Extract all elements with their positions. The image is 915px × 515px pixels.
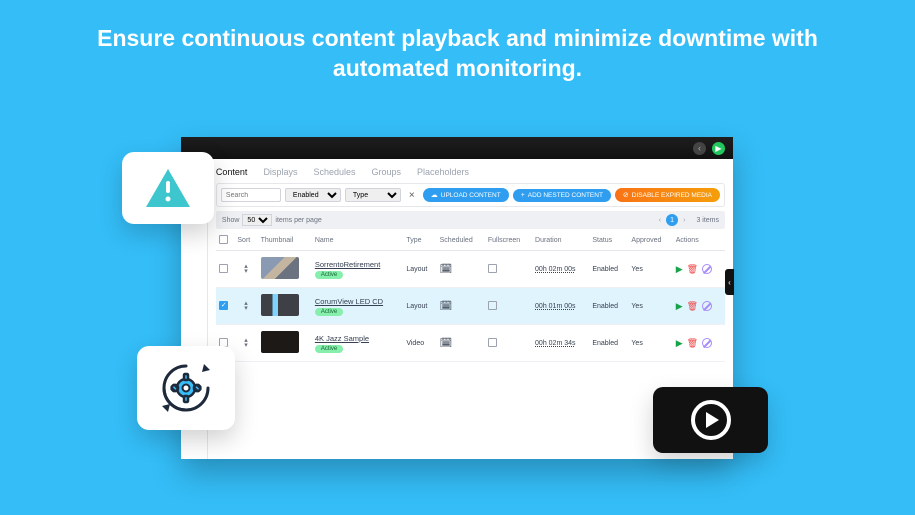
cloud-icon: ☁ (431, 191, 438, 199)
type-select[interactable]: Type (345, 188, 401, 202)
row-type: Layout (403, 288, 436, 325)
tab-placeholders[interactable]: Placeholders (417, 167, 469, 177)
col-status[interactable]: Status (589, 231, 628, 251)
table-row[interactable]: ▴▾ SorrentoRetirement Active Layout 🗓 00h… (216, 251, 725, 288)
pager-show-label: Show (222, 217, 240, 224)
col-name[interactable]: Name (312, 231, 403, 251)
pager-items-label: items per page (275, 217, 321, 224)
col-sort[interactable]: Sort (234, 231, 257, 251)
sort-handle[interactable]: ▴▾ (237, 301, 254, 311)
pager-page[interactable]: 1 (666, 214, 678, 226)
pager-next-icon[interactable]: › (683, 217, 685, 224)
status-badge: Active (315, 345, 343, 353)
tab-content[interactable]: Content (216, 167, 248, 177)
automation-card (137, 346, 235, 430)
trash-icon[interactable]: 🗑 (687, 338, 698, 349)
row-approved: Yes (628, 251, 672, 288)
add-nested-content-button[interactable]: +ADD NESTED CONTENT (513, 189, 611, 202)
pager-prev-icon[interactable]: ‹ (659, 217, 661, 224)
per-page-select[interactable]: 50 (242, 214, 272, 226)
row-status: Enabled (589, 251, 628, 288)
row-approved: Yes (628, 288, 672, 325)
fullscreen-checkbox[interactable] (488, 301, 497, 310)
col-thumbnail: Thumbnail (258, 231, 312, 251)
col-type[interactable]: Type (403, 231, 436, 251)
status-badge: Active (315, 308, 343, 316)
play-icon[interactable]: ▶ (676, 264, 683, 275)
row-name-link[interactable]: SorrentoRetirement (315, 260, 380, 269)
fullscreen-checkbox[interactable] (488, 338, 497, 347)
tab-groups[interactable]: Groups (371, 167, 401, 177)
row-status: Enabled (589, 288, 628, 325)
status-badge: Active (315, 271, 343, 279)
disable-icon[interactable] (702, 338, 712, 348)
video-play-card[interactable] (653, 387, 768, 453)
row-checkbox[interactable] (219, 301, 228, 310)
disable-expired-media-button[interactable]: ⊘DISABLE EXPIRED MEDIA (615, 188, 720, 202)
col-duration[interactable]: Duration (532, 231, 589, 251)
calendar-icon[interactable]: 🗓 (440, 264, 453, 275)
thumbnail[interactable] (261, 294, 299, 316)
thumbnail[interactable] (261, 331, 299, 353)
pager: Show 50 items per page ‹ 1 › 3 items (216, 211, 725, 229)
clear-filters-icon[interactable]: × (409, 190, 415, 201)
row-checkbox[interactable] (219, 264, 228, 273)
col-scheduled[interactable]: Scheduled (437, 231, 485, 251)
search-input[interactable] (221, 188, 281, 202)
row-status: Enabled (589, 325, 628, 362)
row-duration[interactable]: 00h 01m 00s (535, 303, 575, 310)
ban-icon: ⊘ (623, 191, 629, 199)
back-icon[interactable]: ‹ (693, 142, 706, 155)
disable-icon[interactable] (702, 264, 712, 274)
pager-total: 3 items (696, 217, 719, 224)
calendar-icon[interactable]: 🗓 (440, 301, 453, 312)
play-icon[interactable]: ▶ (676, 301, 683, 312)
row-approved: Yes (628, 325, 672, 362)
device-frame: ‹ ▶ ✎ ⌄ Content Displays Schedules Group… (181, 137, 733, 459)
alert-card (122, 152, 214, 224)
upload-content-button[interactable]: ☁UPLOAD CONTENT (423, 188, 509, 202)
select-all-checkbox[interactable] (219, 235, 228, 244)
row-type: Layout (403, 251, 436, 288)
trash-icon[interactable]: 🗑 (687, 264, 698, 275)
play-icon[interactable]: ▶ (676, 338, 683, 349)
play-window-icon[interactable]: ▶ (712, 142, 725, 155)
row-duration[interactable]: 00h 02m 34s (535, 340, 575, 347)
plus-icon: + (521, 192, 525, 199)
table-row[interactable]: ▴▾ 4K Jazz Sample Active Video 🗓 00h 02m … (216, 325, 725, 362)
col-fullscreen[interactable]: Fullscreen (485, 231, 532, 251)
row-type: Video (403, 325, 436, 362)
filter-bar: Enabled Type × ☁UPLOAD CONTENT +ADD NEST… (216, 183, 725, 207)
sort-handle[interactable]: ▴▾ (237, 264, 254, 274)
drawer-handle-icon[interactable]: ‹ (725, 269, 734, 295)
window-titlebar: ‹ ▶ (181, 137, 733, 159)
calendar-icon[interactable]: 🗓 (440, 338, 453, 349)
play-circle-icon (691, 400, 731, 440)
gear-refresh-icon (154, 356, 218, 420)
tab-schedules[interactable]: Schedules (313, 167, 355, 177)
thumbnail[interactable] (261, 257, 299, 279)
enabled-select[interactable]: Enabled (285, 188, 341, 202)
row-duration[interactable]: 00h 02m 00s (535, 266, 575, 273)
row-name-link[interactable]: CorumView LED CD (315, 297, 383, 306)
alert-triangle-icon (144, 167, 192, 209)
row-name-link[interactable]: 4K Jazz Sample (315, 334, 369, 343)
hero-headline: Ensure continuous content playback and m… (0, 0, 915, 84)
content-table: Sort Thumbnail Name Type Scheduled Fulls… (216, 231, 725, 362)
fullscreen-checkbox[interactable] (488, 264, 497, 273)
sort-handle[interactable]: ▴▾ (237, 338, 254, 348)
col-actions: Actions (673, 231, 725, 251)
trash-icon[interactable]: 🗑 (687, 301, 698, 312)
tabs: Content Displays Schedules Groups Placeh… (216, 165, 725, 183)
tab-displays[interactable]: Displays (263, 167, 297, 177)
table-row[interactable]: ▴▾ CorumView LED CD Active Layout 🗓 00h 0… (216, 288, 725, 325)
disable-icon[interactable] (702, 301, 712, 311)
col-approved[interactable]: Approved (628, 231, 672, 251)
